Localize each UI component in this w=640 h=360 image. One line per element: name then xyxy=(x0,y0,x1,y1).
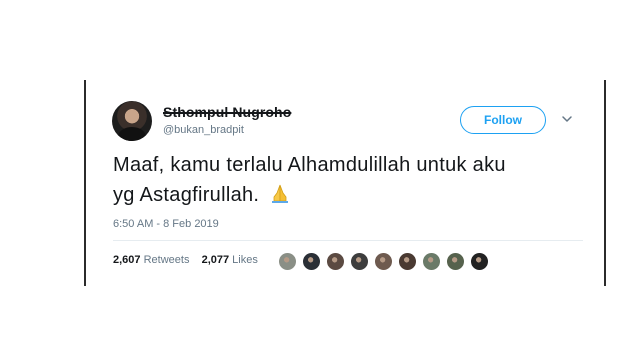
retweets-label[interactable]: Retweets xyxy=(144,254,190,266)
liker-avatars xyxy=(278,252,494,271)
tweet-text-line-2: yg Astagfirullah. xyxy=(113,184,260,206)
chevron-down-icon[interactable] xyxy=(561,113,573,125)
tweet-text-line-1: Maaf, kamu terlalu Alhamdulillah untuk a… xyxy=(113,154,506,176)
liker-avatar-3[interactable] xyxy=(326,252,345,271)
liker-avatar-6[interactable] xyxy=(398,252,417,271)
liker-avatar-2[interactable] xyxy=(302,252,321,271)
tweet-text: Maaf, kamu terlalu Alhamdulillah untuk a… xyxy=(113,150,593,210)
liker-avatar-1[interactable] xyxy=(278,252,297,271)
divider xyxy=(113,240,583,241)
folded-hands-icon xyxy=(272,184,289,203)
screenshot-canvas: Sthompul Nugroho @bukan_bradpit Follow M… xyxy=(0,0,640,360)
author-avatar[interactable] xyxy=(112,101,152,141)
liker-avatar-4[interactable] xyxy=(350,252,369,271)
tweet-text-line-2-row: yg Astagfirullah. xyxy=(113,180,593,210)
tweet-timestamp[interactable]: 6:50 AM - 8 Feb 2019 xyxy=(113,218,219,230)
avatar-shirt xyxy=(118,127,146,141)
follow-button[interactable]: Follow xyxy=(460,106,546,134)
retweets-count[interactable]: 2,607 xyxy=(113,254,141,266)
likes-label[interactable]: Likes xyxy=(232,254,258,266)
liker-avatar-9[interactable] xyxy=(470,252,489,271)
author-display-name[interactable]: Sthompul Nugroho xyxy=(163,104,291,120)
author-handle[interactable]: @bukan_bradpit xyxy=(163,124,244,136)
liker-avatar-5[interactable] xyxy=(374,252,393,271)
tweet-stats: 2,607 Retweets 2,077 Likes xyxy=(113,254,258,266)
liker-avatar-7[interactable] xyxy=(422,252,441,271)
likes-count[interactable]: 2,077 xyxy=(202,254,230,266)
liker-avatar-8[interactable] xyxy=(446,252,465,271)
